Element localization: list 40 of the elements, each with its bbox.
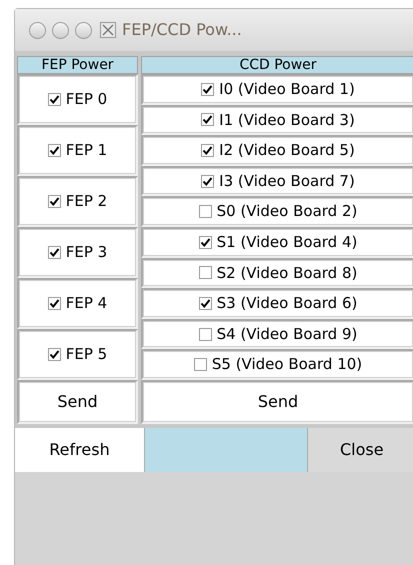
checkbox[interactable] xyxy=(198,205,212,218)
ccd-checkbox-item[interactable]: S2 (Video Board 8) xyxy=(144,260,412,286)
checkbox[interactable] xyxy=(194,358,207,372)
send-button[interactable]: Send xyxy=(20,383,135,421)
checkbox[interactable] xyxy=(48,93,61,106)
fep-checkbox-item[interactable]: FEP 2 xyxy=(20,179,135,224)
ccd-checkbox-item[interactable]: I3 (Video Board 7) xyxy=(144,168,412,194)
close-button[interactable]: Close xyxy=(307,428,413,472)
refresh-button[interactable]: Refresh xyxy=(15,428,145,472)
column-header: CCD Power xyxy=(141,56,413,74)
checkbox[interactable] xyxy=(48,246,61,259)
checkbox[interactable] xyxy=(198,296,212,310)
checkbox[interactable] xyxy=(201,174,214,188)
checkbox[interactable] xyxy=(198,328,212,341)
checkbox[interactable] xyxy=(48,348,61,361)
fep-checkbox-item[interactable]: FEP 1 xyxy=(20,128,135,173)
checkbox[interactable] xyxy=(198,236,212,249)
ccd-checkbox-item[interactable]: I2 (Video Board 5) xyxy=(144,138,412,163)
checkbox[interactable] xyxy=(198,266,212,280)
app-icon xyxy=(100,22,116,38)
checkbox[interactable] xyxy=(201,82,214,96)
checkbox[interactable] xyxy=(48,297,61,310)
column-header: FEP Power xyxy=(17,56,138,74)
ccd-checkbox-item[interactable]: I1 (Video Board 3) xyxy=(144,108,412,132)
ccd-checkbox-item[interactable]: S5 (Video Board 10) xyxy=(144,352,412,377)
fep-checkbox-item[interactable]: FEP 0 xyxy=(20,77,135,122)
fep-checkbox-item[interactable]: FEP 5 xyxy=(20,332,135,377)
send-button[interactable]: Send xyxy=(144,382,412,421)
window-title: FEP/CCD Pow... xyxy=(122,19,242,41)
ccd-checkbox-item[interactable]: S1 (Video Board 4) xyxy=(144,230,412,255)
checkbox[interactable] xyxy=(48,144,61,157)
ccd-checkbox-item[interactable]: S3 (Video Board 6) xyxy=(144,291,412,316)
checkbox[interactable] xyxy=(48,195,61,208)
ccd-checkbox-item[interactable]: I0 (Video Board 1) xyxy=(144,77,412,102)
checkbox[interactable] xyxy=(201,144,214,157)
fep-checkbox-item[interactable]: FEP 3 xyxy=(20,230,135,275)
ccd-checkbox-item[interactable]: S0 (Video Board 2) xyxy=(144,199,412,224)
fep-checkbox-item[interactable]: FEP 4 xyxy=(20,281,135,326)
ccd-checkbox-item[interactable]: S4 (Video Board 9) xyxy=(144,322,412,346)
checkbox[interactable] xyxy=(201,113,214,126)
